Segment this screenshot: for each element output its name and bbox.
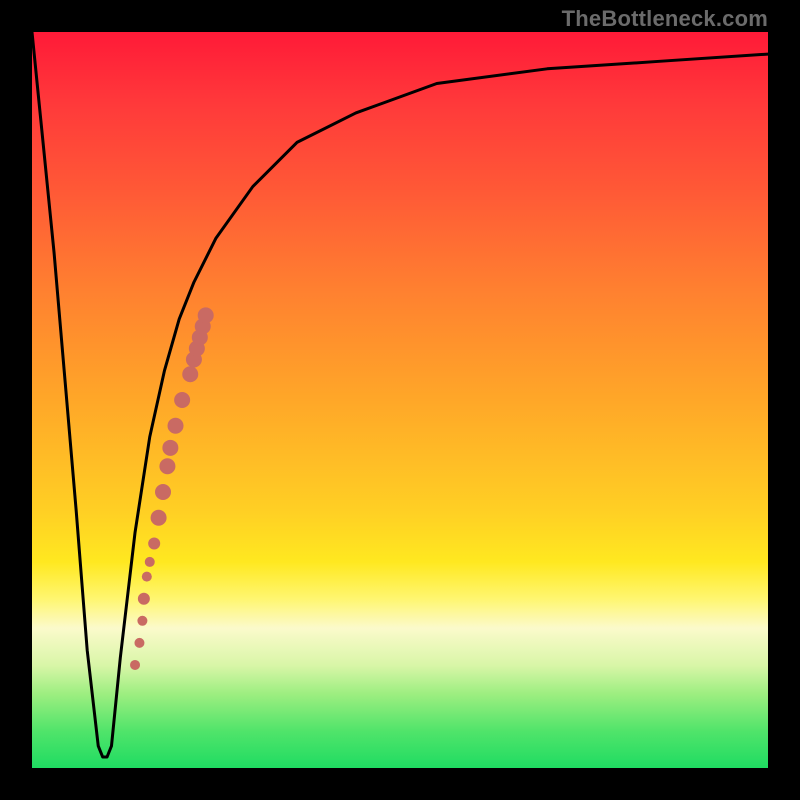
- data-point: [159, 458, 175, 474]
- data-point: [138, 593, 150, 605]
- data-point: [145, 557, 155, 567]
- chart-frame: TheBottleneck.com: [0, 0, 800, 800]
- bottleneck-curve: [32, 32, 768, 757]
- data-point: [130, 660, 140, 670]
- data-point: [155, 484, 171, 500]
- data-point: [182, 366, 198, 382]
- watermark-text: TheBottleneck.com: [562, 6, 768, 32]
- data-point: [134, 638, 144, 648]
- data-point: [162, 440, 178, 456]
- data-point: [148, 538, 160, 550]
- data-point: [137, 616, 147, 626]
- data-point: [198, 307, 214, 323]
- data-point: [168, 418, 184, 434]
- data-point: [174, 392, 190, 408]
- data-point: [151, 510, 167, 526]
- chart-svg: [32, 32, 768, 768]
- data-point: [142, 572, 152, 582]
